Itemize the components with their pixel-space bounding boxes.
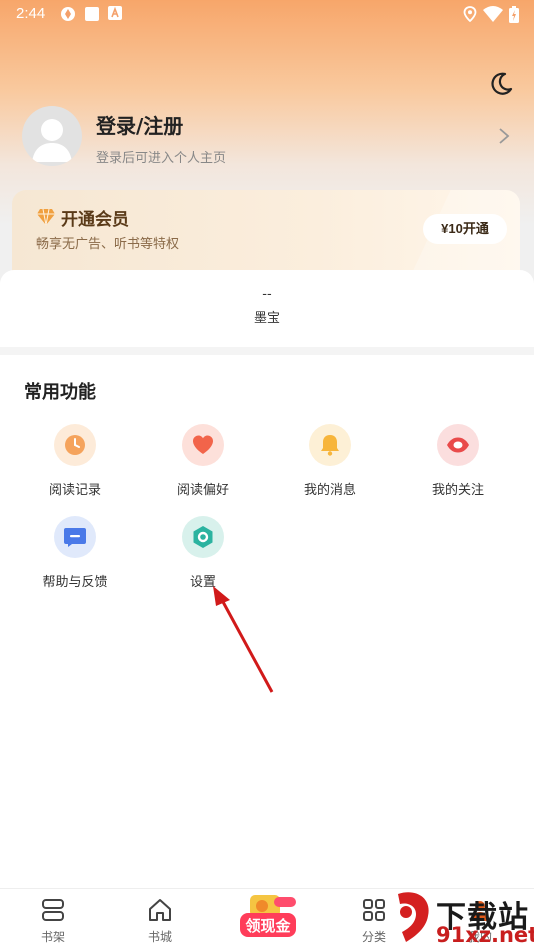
square-notification-icon (85, 7, 99, 21)
watermark-url: 91xz.net (436, 923, 534, 947)
section-title: 常用功能 (24, 382, 96, 403)
default-avatar-icon (32, 119, 72, 162)
status-time: 2:44 (16, 5, 46, 22)
eye-icon (437, 424, 479, 466)
function-settings[interactable]: 设置 (148, 516, 258, 590)
category-icon (363, 899, 385, 921)
function-label: 设置 (189, 575, 216, 590)
chevron-right-icon[interactable] (496, 126, 512, 146)
status-bar: 2:44 (0, 0, 534, 28)
login-hint-text: 登录后可进入个人主页 (96, 151, 227, 166)
nav-label: 书架 (40, 930, 65, 944)
wifi-icon (483, 6, 503, 22)
night-mode-moon-icon[interactable] (487, 70, 515, 98)
function-label: 阅读记录 (48, 483, 101, 498)
function-label: 我的关注 (431, 483, 484, 498)
function-reading-history[interactable]: 阅读记录 (20, 424, 130, 498)
app-notification-icon (61, 7, 75, 21)
main-content-sheet (0, 270, 534, 950)
letter-a-notification-icon (108, 6, 122, 20)
bookshelf-icon (42, 899, 64, 921)
function-my-follows[interactable]: 我的关注 (403, 424, 513, 498)
battery-icon (509, 6, 519, 23)
coin-balance-label: 墨宝 (253, 311, 280, 326)
function-label: 阅读偏好 (176, 483, 229, 498)
home-icon (149, 899, 171, 921)
clock-icon (54, 424, 96, 466)
location-icon (463, 6, 477, 22)
watermark-logo (398, 892, 429, 942)
nav-label: 领现金 (245, 917, 291, 935)
function-label: 帮助与反馈 (42, 575, 108, 590)
nav-bookshelf[interactable]: 书架 (13, 889, 93, 945)
avatar[interactable] (22, 106, 82, 166)
vip-title: 开通会员 (61, 210, 129, 230)
function-help-feedback[interactable]: 帮助与反馈 (20, 516, 130, 590)
function-my-messages[interactable]: 我的消息 (275, 424, 385, 498)
function-label: 我的消息 (303, 483, 356, 498)
heart-icon (182, 424, 224, 466)
coin-balance-value[interactable]: -- (0, 287, 534, 302)
vip-subtitle: 畅享无广告、听书等特权 (36, 237, 180, 252)
bell-icon (309, 424, 351, 466)
diamond-icon (37, 208, 55, 226)
login-register-link[interactable]: 登录/注册 (96, 110, 183, 139)
nav-label: 书城 (147, 930, 172, 944)
vip-open-button[interactable]: ¥10开通 (423, 214, 507, 244)
section-divider (0, 347, 534, 355)
function-reading-preference[interactable]: 阅读偏好 (148, 424, 258, 498)
chat-icon (54, 516, 96, 558)
nav-bookstore[interactable]: 书城 (120, 889, 200, 945)
nav-welfare-cash[interactable]: 领现金 (236, 893, 300, 943)
hexagon-gear-icon (182, 516, 224, 558)
